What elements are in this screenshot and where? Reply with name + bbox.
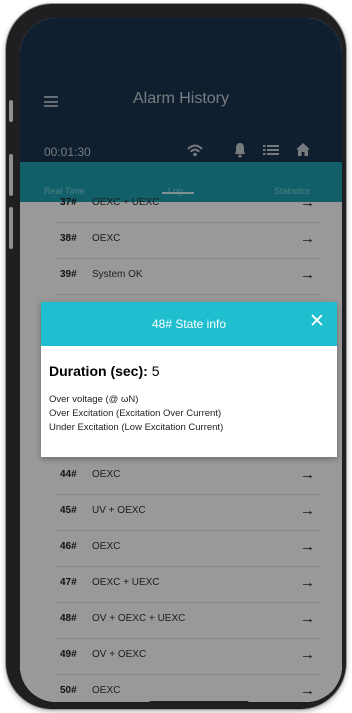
state-info-dialog: 48# State info ✕ Duration (sec): 5 Over … bbox=[41, 302, 337, 457]
state-description-line: Over voltage (@ ωN) bbox=[49, 394, 139, 405]
close-icon[interactable]: ✕ bbox=[309, 312, 325, 331]
dialog-header: 48# State info ✕ bbox=[41, 302, 337, 346]
home-indicator[interactable] bbox=[149, 701, 249, 702]
duration-value: 5 bbox=[151, 363, 160, 379]
duration-row: Duration (sec): 5 bbox=[49, 363, 159, 379]
dialog-title: 48# State info bbox=[151, 317, 227, 331]
state-description-line: Under Excitation (Low Excitation Current… bbox=[49, 422, 224, 433]
app-screen: Alarm History 00:01:30 Real Time Log Sta… bbox=[20, 18, 342, 702]
duration-label: Duration (sec): bbox=[49, 363, 148, 379]
phone-frame: Alarm History 00:01:30 Real Time Log Sta… bbox=[6, 4, 346, 709]
volume-up-button bbox=[9, 154, 13, 196]
state-description-line: Over Excitation (Excitation Over Current… bbox=[49, 408, 222, 419]
mute-switch bbox=[9, 100, 13, 122]
volume-down-button bbox=[9, 207, 13, 249]
